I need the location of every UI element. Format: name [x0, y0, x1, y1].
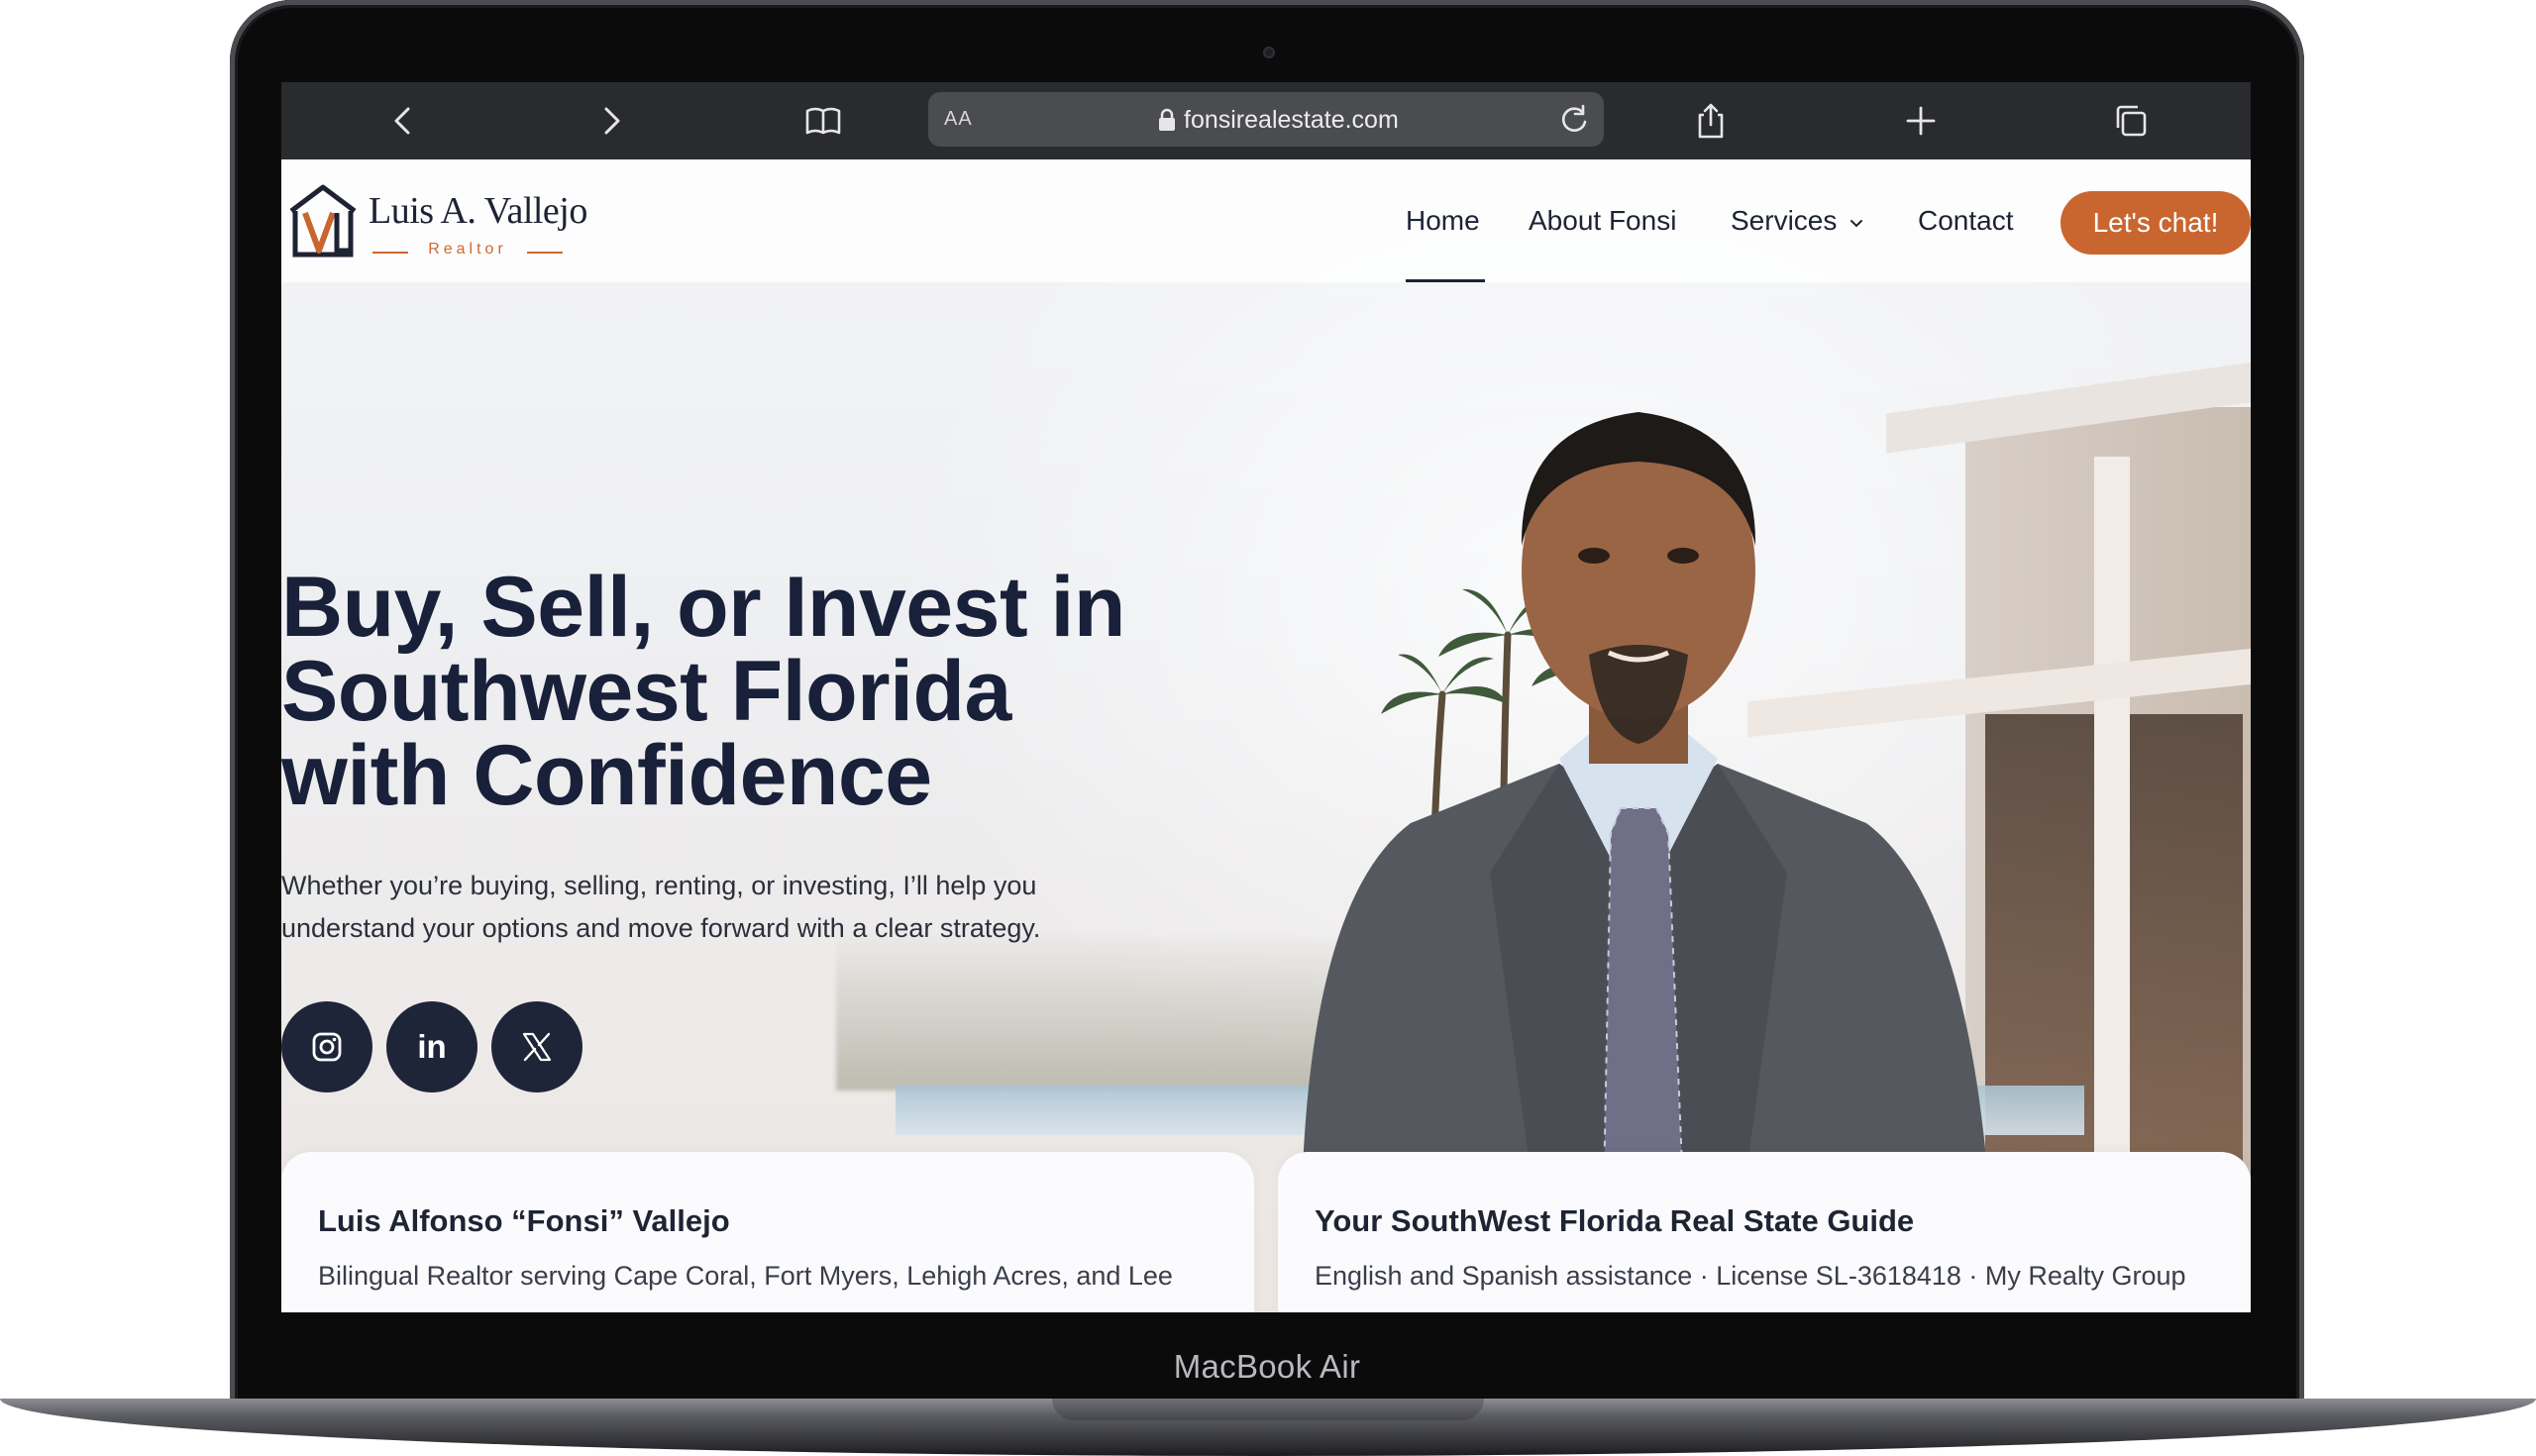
bookmarks-icon[interactable] — [800, 98, 846, 144]
card-text: Bilingual Realtor serving Cape Coral, Fo… — [318, 1261, 1173, 1291]
nav-services[interactable]: Services — [1731, 205, 1864, 237]
laptop-notch — [1052, 1399, 1484, 1420]
lock-icon — [1159, 108, 1175, 131]
nav-services-label: Services — [1731, 205, 1838, 236]
x-icon — [522, 1032, 552, 1062]
hero-subtitle-line: understand your options and move forward… — [281, 913, 1041, 943]
website: Luis A. Vallejo Realtor Home About Fonsi… — [281, 159, 2251, 1312]
hero-subtitle-line: Whether you’re buying, selling, renting,… — [281, 871, 1037, 900]
address-bar[interactable]: AA fonsirealestate.com — [928, 92, 1604, 147]
forward-icon[interactable] — [588, 98, 634, 144]
card-text: English and Spanish assistance · License… — [1315, 1261, 2186, 1291]
logo-subtitle: Realtor — [428, 241, 507, 258]
new-tab-icon[interactable] — [1898, 98, 1944, 144]
browser-toolbar: AA fonsirealestate.com — [281, 82, 2251, 159]
linkedin-button[interactable]: in — [386, 1001, 477, 1092]
screen: AA fonsirealestate.com Luis A. Vallejo R… — [281, 82, 2251, 1312]
instagram-button[interactable] — [281, 1001, 372, 1092]
hero-title-line: Buy, Sell, or Invest in — [281, 560, 1125, 655]
camera-icon — [1263, 47, 1275, 58]
site-header: Luis A. Vallejo Realtor Home About Fonsi… — [281, 159, 2251, 282]
lets-chat-button[interactable]: Let's chat! — [2060, 191, 2251, 255]
profile-card: Luis Alfonso “Fonsi” Vallejo Bilingual R… — [281, 1152, 1254, 1312]
card-title: Your SouthWest Florida Real State Guide — [1315, 1203, 1915, 1238]
url-text: fonsirealestate.com — [1184, 106, 1399, 134]
hero-title: Buy, Sell, or Invest in Southwest Florid… — [281, 560, 1232, 823]
nav-active-indicator — [1406, 279, 1485, 282]
nav-contact[interactable]: Contact — [1918, 205, 2014, 237]
logo-name[interactable]: Luis A. Vallejo — [369, 189, 587, 233]
logo-mark-icon[interactable] — [287, 181, 359, 259]
chevron-down-icon — [1850, 219, 1863, 228]
linkedin-icon: in — [417, 1028, 447, 1065]
hero-subtitle: Whether you’re buying, selling, renting,… — [281, 865, 1133, 950]
building-column — [2094, 457, 2130, 1229]
hero-title-line: Southwest Florida — [281, 644, 1011, 739]
nav-about[interactable]: About Fonsi — [1529, 205, 1676, 237]
x-button[interactable] — [491, 1001, 582, 1092]
tabs-icon[interactable] — [2108, 98, 2154, 144]
text-size-button[interactable]: AA — [944, 108, 973, 131]
hero-title-line: with Confidence — [281, 728, 932, 823]
card-title: Luis Alfonso “Fonsi” Vallejo — [318, 1203, 730, 1238]
instagram-icon — [312, 1032, 342, 1062]
reload-icon[interactable] — [1554, 100, 1594, 140]
nav-home[interactable]: Home — [1406, 205, 1480, 237]
device-label: MacBook Air — [1173, 1348, 1361, 1385]
guide-card: Your SouthWest Florida Real State Guide … — [1278, 1152, 2251, 1312]
back-icon[interactable] — [380, 98, 426, 144]
share-icon[interactable] — [1688, 98, 1734, 144]
logo-rule-right — [527, 252, 563, 254]
